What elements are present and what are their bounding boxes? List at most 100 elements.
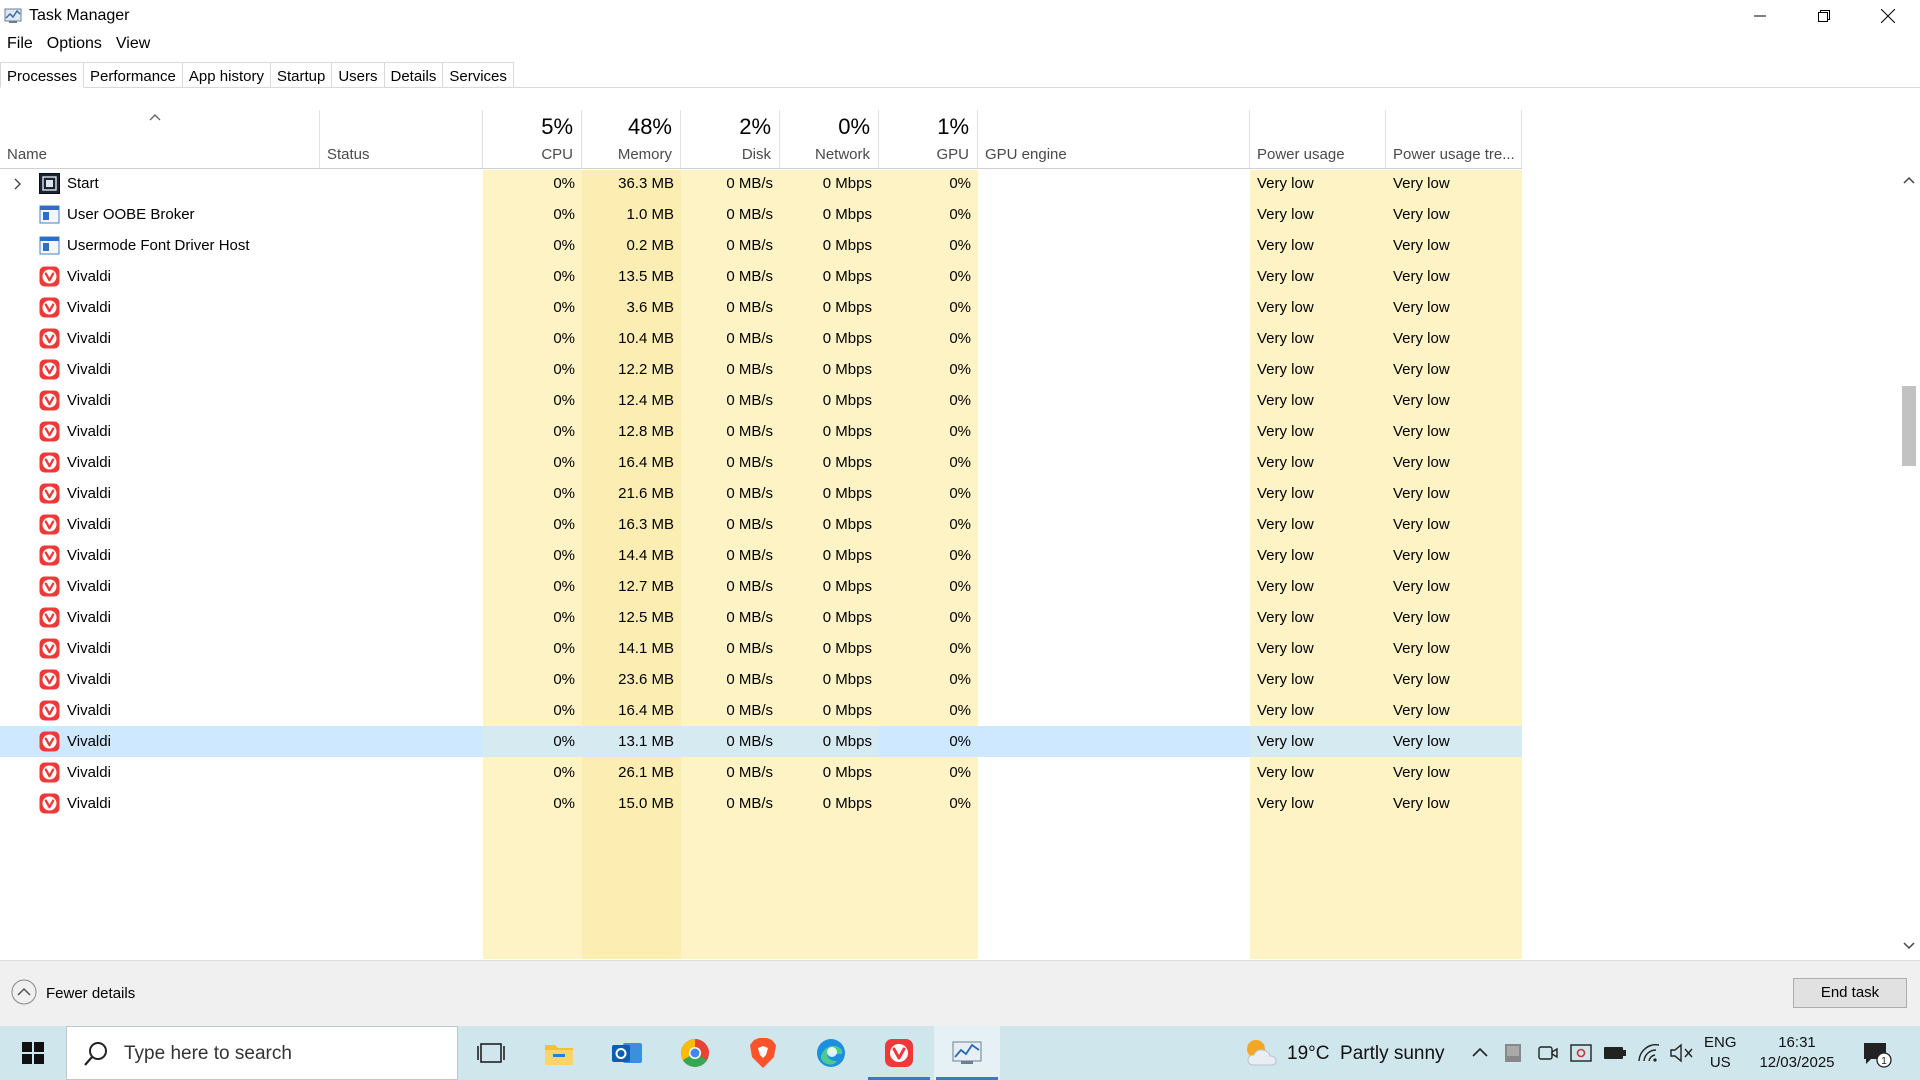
column-header-memory[interactable]: 48% Memory — [582, 110, 681, 168]
taskbar-brave[interactable] — [730, 1026, 796, 1080]
volume-muted-icon[interactable] — [1670, 1043, 1694, 1063]
table-row[interactable]: Vivaldi 0% 13.1 MB 0 MB/s 0 Mbps 0% Very low Ve… — [0, 726, 1522, 757]
table-row[interactable]: Vivaldi 0% 14.1 MB 0 MB/s 0 Mbps 0% Very low Ve… — [0, 633, 1522, 664]
table-row[interactable]: Vivaldi 0% 26.1 MB 0 MB/s 0 Mbps 0% Very low Ve… — [0, 757, 1522, 788]
taskbar-search-box[interactable]: Type here to search — [66, 1026, 458, 1080]
column-header-name[interactable]: Name — [0, 110, 320, 168]
menu-view[interactable]: View — [109, 33, 157, 57]
table-row[interactable]: Vivaldi 0% 14.4 MB 0 MB/s 0 Mbps 0% Very low Ve… — [0, 540, 1522, 571]
column-header-gpu-engine[interactable]: GPU engine — [978, 110, 1250, 168]
cell-power-usage-trend: Very low — [1393, 392, 1450, 409]
vivaldi-icon — [39, 483, 60, 504]
menu-options[interactable]: Options — [40, 33, 109, 57]
cell-power-usage: Very low — [1257, 268, 1314, 285]
table-row[interactable]: Vivaldi 0% 15.0 MB 0 MB/s 0 Mbps 0% Very low Ve… — [0, 788, 1522, 819]
weather-widget[interactable]: 19°C Partly sunny — [1287, 1043, 1445, 1065]
table-row[interactable]: Vivaldi 0% 23.6 MB 0 MB/s 0 Mbps 0% Very low Ve… — [0, 664, 1522, 695]
column-header-disk[interactable]: 2% Disk — [681, 110, 780, 168]
tab-app-history[interactable]: App history — [182, 62, 271, 88]
camera-icon[interactable] — [1538, 1043, 1558, 1063]
scroll-down-icon[interactable] — [1903, 942, 1915, 950]
table-row[interactable]: User OOBE Broker 0% 1.0 MB 0 MB/s 0 Mbps 0% Ve… — [0, 199, 1522, 230]
cell-gpu: 0% — [949, 516, 971, 533]
notification-center-icon[interactable]: 1 — [1862, 1040, 1892, 1068]
taskbar-chrome[interactable] — [662, 1026, 728, 1080]
cell-network: 0 Mbps — [822, 733, 872, 750]
table-row[interactable]: Vivaldi 0% 12.4 MB 0 MB/s 0 Mbps 0% Very low Ve… — [0, 385, 1522, 416]
table-row[interactable]: Vivaldi 0% 12.8 MB 0 MB/s 0 Mbps 0% Very low Ve… — [0, 416, 1522, 447]
taskbar-vivaldi[interactable] — [866, 1026, 932, 1080]
table-row[interactable]: Vivaldi 0% 16.4 MB 0 MB/s 0 Mbps 0% Very low Ve… — [0, 695, 1522, 726]
cell-network: 0 Mbps — [822, 485, 872, 502]
vertical-scrollbar[interactable] — [1898, 170, 1920, 959]
cell-gpu: 0% — [949, 578, 971, 595]
wifi-icon[interactable] — [1638, 1043, 1660, 1063]
start-button[interactable] — [0, 1026, 66, 1080]
table-row[interactable]: Vivaldi 0% 13.5 MB 0 MB/s 0 Mbps 0% Very low Ve… — [0, 261, 1522, 292]
cell-gpu: 0% — [949, 268, 971, 285]
vivaldi-icon — [39, 266, 60, 287]
tab-details[interactable]: Details — [384, 62, 444, 88]
screen-capture-icon[interactable] — [1570, 1043, 1592, 1063]
table-row[interactable]: Start 0% 36.3 MB 0 MB/s 0 Mbps 0% Very low Very… — [0, 170, 1522, 199]
column-header-cpu[interactable]: 5% CPU — [483, 110, 582, 168]
scroll-up-icon[interactable] — [1903, 176, 1915, 184]
table-row[interactable]: Vivaldi 0% 21.6 MB 0 MB/s 0 Mbps 0% Very low Ve… — [0, 478, 1522, 509]
table-row[interactable]: Usermode Font Driver Host 0% 0.2 MB 0 MB/s 0… — [0, 230, 1522, 261]
scrollbar-thumb[interactable] — [1902, 386, 1916, 466]
table-row[interactable]: Vivaldi 0% 16.4 MB 0 MB/s 0 Mbps 0% Very low Ve… — [0, 447, 1522, 478]
tray-app-icon[interactable] — [1504, 1043, 1522, 1063]
tab-services[interactable]: Services — [443, 62, 514, 88]
cell-power-usage-trend: Very low — [1393, 485, 1450, 502]
column-header-network[interactable]: 0% Network — [780, 110, 879, 168]
cell-memory: 12.5 MB — [618, 609, 674, 626]
tab-users[interactable]: Users — [332, 62, 385, 88]
cell-memory: 1.0 MB — [626, 206, 674, 223]
cell-gpu: 0% — [949, 206, 971, 223]
tab-performance[interactable]: Performance — [84, 62, 183, 88]
cell-cpu: 0% — [553, 516, 575, 533]
cell-cpu: 0% — [553, 671, 575, 688]
battery-icon[interactable] — [1603, 1046, 1627, 1060]
cell-disk: 0 MB/s — [726, 268, 773, 285]
taskbar-task-view[interactable] — [458, 1026, 524, 1080]
vivaldi-icon — [39, 576, 60, 597]
close-button[interactable] — [1856, 0, 1920, 32]
vivaldi-icon — [39, 669, 60, 690]
search-icon — [84, 1042, 107, 1066]
cell-gpu: 0% — [949, 299, 971, 316]
cell-disk: 0 MB/s — [726, 733, 773, 750]
column-header-power-usage[interactable]: Power usage — [1250, 110, 1386, 168]
cell-network: 0 Mbps — [822, 609, 872, 626]
taskbar-outlook[interactable] — [594, 1026, 660, 1080]
column-header-gpu[interactable]: 1% GPU — [879, 110, 978, 168]
end-task-button[interactable]: End task — [1793, 978, 1907, 1008]
chevron-up-icon[interactable] — [1472, 1046, 1488, 1058]
column-header-status[interactable]: Status — [320, 110, 483, 168]
taskbar-file-explorer[interactable] — [526, 1026, 592, 1080]
restore-button[interactable] — [1792, 0, 1856, 32]
tab-startup[interactable]: Startup — [270, 62, 333, 88]
table-row[interactable]: Vivaldi 0% 16.3 MB 0 MB/s 0 Mbps 0% Very low Ve… — [0, 509, 1522, 540]
partly-sunny-icon[interactable] — [1242, 1037, 1278, 1069]
expand-chevron-icon[interactable] — [12, 177, 22, 194]
fewer-details-link[interactable]: Fewer details — [46, 985, 135, 1002]
minimize-button[interactable] — [1728, 0, 1792, 32]
chevron-up-circle-icon[interactable] — [10, 978, 38, 1006]
system-clock[interactable]: 16:31 12/03/2025 — [1752, 1033, 1842, 1073]
taskbar-task-manager[interactable] — [934, 1026, 1000, 1080]
table-row[interactable]: Vivaldi 0% 12.5 MB 0 MB/s 0 Mbps 0% Very low Ve… — [0, 602, 1522, 633]
table-row[interactable]: Vivaldi 0% 10.4 MB 0 MB/s 0 Mbps 0% Very low Ve… — [0, 323, 1522, 354]
input-language-indicator[interactable]: ENG US — [1704, 1033, 1737, 1073]
table-row[interactable]: Vivaldi 0% 12.7 MB 0 MB/s 0 Mbps 0% Very low Ve… — [0, 571, 1522, 602]
cell-power-usage-trend: Very low — [1393, 175, 1450, 192]
tab-processes[interactable]: Processes — [0, 62, 85, 88]
taskbar-edge[interactable] — [798, 1026, 864, 1080]
cell-network: 0 Mbps — [822, 640, 872, 657]
cell-cpu: 0% — [553, 454, 575, 471]
table-row[interactable]: Vivaldi 0% 12.2 MB 0 MB/s 0 Mbps 0% Very low Ve… — [0, 354, 1522, 385]
menu-file[interactable]: File — [0, 33, 40, 57]
vivaldi-icon — [39, 390, 60, 411]
table-row[interactable]: Vivaldi 0% 3.6 MB 0 MB/s 0 Mbps 0% Very low Ver… — [0, 292, 1522, 323]
column-header-power-usage-trend[interactable]: Power usage tre... — [1386, 110, 1522, 168]
